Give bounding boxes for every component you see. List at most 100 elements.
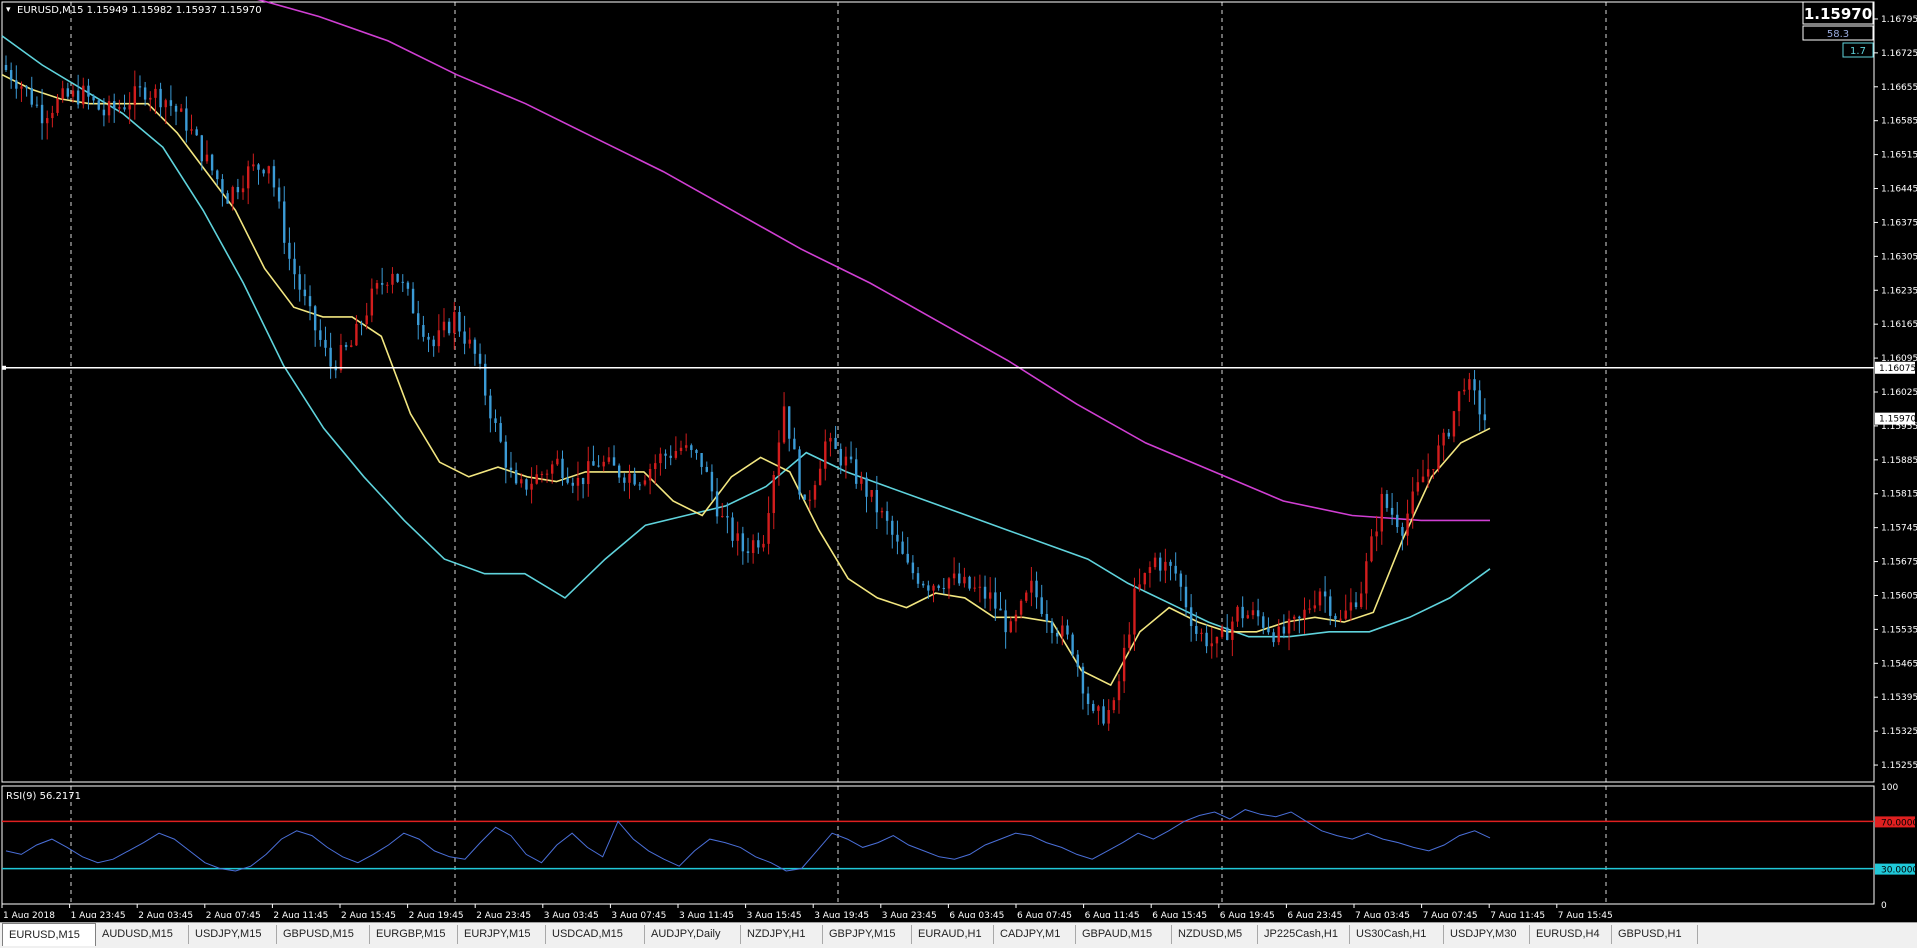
candle-body bbox=[664, 453, 667, 456]
candle-body bbox=[216, 170, 219, 180]
candle-body bbox=[1251, 610, 1255, 616]
rsi-pane[interactable] bbox=[1, 785, 1875, 905]
chart-tab[interactable]: NZDUSD,M5 bbox=[1172, 925, 1258, 944]
candle-body bbox=[422, 325, 425, 337]
chart-tab[interactable]: GBPAUD,M15 bbox=[1076, 925, 1172, 944]
candle-body bbox=[319, 330, 322, 340]
candle-body bbox=[1169, 561, 1172, 566]
candle-body bbox=[1411, 491, 1414, 514]
candle-body bbox=[855, 459, 858, 484]
candle-body bbox=[241, 188, 245, 193]
candle-body bbox=[504, 441, 508, 468]
candle-body bbox=[56, 98, 59, 113]
candle-body bbox=[1457, 391, 1461, 412]
candle-body bbox=[1354, 602, 1358, 607]
candle-body bbox=[581, 477, 585, 485]
chart-tab[interactable]: GBPUSD,M15 bbox=[277, 925, 370, 944]
candle-body bbox=[891, 520, 894, 535]
corner-arrow-icon[interactable]: ▾ bbox=[6, 5, 11, 15]
candle-body bbox=[530, 483, 533, 490]
candle-body bbox=[272, 166, 276, 188]
candle-body bbox=[169, 100, 173, 106]
candle-body bbox=[257, 164, 260, 170]
candle-body bbox=[143, 87, 147, 100]
candle-body bbox=[1184, 586, 1188, 608]
candle-body bbox=[1401, 527, 1404, 536]
price-tick-label: 1.16375 bbox=[1881, 218, 1917, 228]
candle-body bbox=[906, 553, 909, 563]
chart-tab[interactable]: AUDJPY,Daily bbox=[645, 925, 741, 944]
chart-tab[interactable]: GBPUSD,H1 bbox=[1612, 925, 1698, 944]
candle-body bbox=[1210, 643, 1213, 647]
chart-tab[interactable]: EURJPY,M15 bbox=[458, 925, 546, 944]
candle-body bbox=[1040, 597, 1043, 614]
price-tick-label: 1.16515 bbox=[1881, 151, 1917, 161]
rsi-tick-label: 70.0000 bbox=[1881, 818, 1917, 828]
candle-body bbox=[834, 437, 837, 449]
candle-body bbox=[1385, 493, 1389, 508]
price-tick-label: 1.16585 bbox=[1881, 117, 1917, 127]
candle-body bbox=[607, 457, 611, 462]
candle-body bbox=[690, 445, 693, 451]
candle-body bbox=[1061, 625, 1064, 637]
chart-tab[interactable]: JP225Cash,H1 bbox=[1258, 925, 1350, 944]
candle-body bbox=[133, 86, 137, 106]
candle-body bbox=[1205, 632, 1208, 647]
candle-body bbox=[92, 96, 95, 101]
time-tick-label: 6 Aug 23:45 bbox=[1287, 911, 1342, 918]
candle-body bbox=[308, 296, 312, 307]
candle-body bbox=[736, 533, 739, 541]
candle-body bbox=[587, 461, 590, 485]
time-tick-label: 7 Aug 07:45 bbox=[1423, 911, 1478, 918]
candle-body bbox=[478, 353, 482, 364]
candle-body bbox=[174, 105, 178, 112]
chart-tab[interactable]: GBPJPY,M15 bbox=[823, 925, 912, 944]
chart-tab[interactable]: USDJPY,M30 bbox=[1444, 925, 1530, 944]
chart-tab[interactable]: US30Cash,H1 bbox=[1350, 925, 1444, 944]
candle-body bbox=[499, 423, 502, 442]
price-pane[interactable] bbox=[1, 1, 1875, 783]
chart-tab[interactable]: AUDUSD,M15 bbox=[96, 925, 189, 944]
candle-body bbox=[1226, 627, 1229, 640]
candle-body bbox=[4, 64, 8, 71]
candle-body bbox=[1292, 616, 1296, 619]
candle-body bbox=[149, 97, 152, 100]
candle-body bbox=[958, 573, 961, 584]
candle-body bbox=[1365, 561, 1368, 594]
candle-body bbox=[118, 107, 121, 109]
time-tick-label: 6 Aug 03:45 bbox=[949, 911, 1004, 918]
candle-body bbox=[9, 70, 13, 81]
candle-body bbox=[952, 573, 956, 579]
candle-body bbox=[190, 129, 193, 131]
candle-body bbox=[468, 339, 471, 344]
chart-tab[interactable]: EURAUD,H1 bbox=[912, 925, 994, 944]
candle-body bbox=[437, 330, 441, 347]
chart-tab[interactable]: CADJPY,M1 bbox=[994, 925, 1076, 944]
price-tick-label: 1.16725 bbox=[1881, 49, 1917, 59]
candle-body bbox=[344, 344, 348, 347]
candle-body bbox=[746, 551, 750, 554]
time-tick-label: 6 Aug 15:45 bbox=[1152, 911, 1207, 918]
chart-tab[interactable]: NZDJPY,H1 bbox=[741, 925, 823, 944]
candle-body bbox=[20, 86, 23, 89]
candle-body bbox=[30, 88, 33, 105]
chart-tab[interactable]: EURUSD,H4 bbox=[1530, 925, 1612, 944]
time-tick-label: 2 Aug 23:45 bbox=[476, 911, 531, 918]
candle-body bbox=[1097, 706, 1100, 711]
chart-tab[interactable]: EURGBP,M15 bbox=[370, 925, 458, 944]
candle-body bbox=[71, 90, 75, 97]
chart-canvas[interactable]: 1.16795 1.16725 1.16655 1.16585 1.16515 1.164… bbox=[0, 0, 1917, 921]
candle-body bbox=[1030, 580, 1033, 593]
chart-tab[interactable]: EURUSD,M15 bbox=[2, 923, 96, 946]
time-tick-label: 7 Aug 03:45 bbox=[1355, 911, 1410, 918]
candle-body bbox=[1313, 605, 1317, 609]
chart-tab[interactable]: USDJPY,M15 bbox=[189, 925, 277, 944]
candle-body bbox=[1478, 390, 1481, 415]
candle-body bbox=[963, 576, 966, 584]
chart-window[interactable]: 1.16795 1.16725 1.16655 1.16585 1.16515 1.164… bbox=[0, 0, 1917, 921]
chart-tab[interactable]: USDCAD,M15 bbox=[546, 925, 645, 944]
candle-body bbox=[221, 179, 224, 194]
candle-body bbox=[200, 135, 204, 162]
candle-body bbox=[829, 437, 832, 442]
candle-body bbox=[1318, 591, 1322, 606]
